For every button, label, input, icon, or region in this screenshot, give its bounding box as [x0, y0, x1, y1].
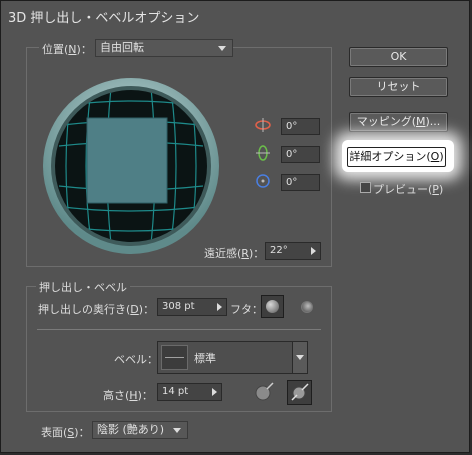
position-label: 位置(N)： [39, 41, 95, 57]
chevron-down-icon [218, 46, 226, 51]
title-bar: 3D 押し出し・ベベルオプション [1, 1, 469, 31]
extrude-section-title: 押し出し・ベベル [36, 279, 130, 295]
preview-label: プレビュー(P) [373, 183, 444, 196]
arrow-right-icon[interactable] [217, 303, 222, 311]
position-dropdown[interactable]: 自由回転 [95, 39, 233, 57]
rotate-y-input[interactable]: 0° [281, 146, 320, 163]
ok-button[interactable]: OK [349, 47, 448, 67]
bevel-extent-in-icon [291, 383, 309, 401]
rotate-z-input[interactable]: 0° [281, 174, 320, 191]
bevel-preview-icon [161, 345, 188, 370]
rotate-z-icon [256, 174, 270, 188]
dialog-window: 3D 押し出し・ベベルオプション 位置(N)： 自由回転 0° 0° 0° 遠近… [0, 0, 470, 453]
arrow-right-icon[interactable] [311, 247, 316, 255]
chevron-down-icon [173, 428, 181, 433]
reset-button[interactable]: リセット [349, 77, 448, 97]
section-divider [37, 329, 321, 330]
perspective-label: 遠近感(R)： [204, 247, 265, 260]
dropdown-button[interactable] [292, 342, 307, 373]
surface-dropdown-value: 陰影 (艶あり) [97, 423, 165, 436]
preview-checkbox[interactable] [360, 182, 371, 193]
cap-label: フタ： [230, 303, 263, 316]
height-label: 高さ(H)： [103, 389, 153, 402]
surface-label: 表面(S)： [41, 426, 90, 439]
height-input[interactable]: 14 pt [157, 383, 222, 401]
window-title: 3D 押し出し・ベベルオプション [8, 11, 200, 26]
bevel-dropdown[interactable]: 標準 [157, 341, 308, 374]
cap-on-button[interactable] [261, 295, 284, 318]
rotate-y-icon [256, 145, 270, 161]
depth-label: 押し出しの奥行き(D)： [38, 303, 155, 316]
surface-dropdown[interactable]: 陰影 (艶あり) [92, 421, 188, 439]
depth-input[interactable]: 308 pt [157, 298, 227, 316]
advanced-options-button[interactable]: 詳細オプション(O) [347, 147, 446, 167]
rotate-x-icon [255, 118, 271, 132]
bevel-label: ベベル： [114, 353, 158, 366]
cube-face [86, 117, 168, 204]
chevron-down-icon [296, 355, 304, 360]
arrow-right-icon[interactable] [212, 388, 217, 396]
mapping-button[interactable]: マッピング(M)... [349, 112, 448, 132]
cap-on-icon [266, 300, 279, 313]
bevel-extent-out-icon[interactable] [253, 381, 275, 403]
position-dropdown-value: 自由回転 [100, 41, 144, 54]
cap-off-icon[interactable] [301, 301, 313, 313]
rotation-track-sphere[interactable] [41, 76, 221, 256]
perspective-input[interactable]: 22° [265, 242, 321, 260]
bevel-extent-in-button[interactable] [287, 380, 312, 405]
rotate-x-input[interactable]: 0° [281, 118, 320, 135]
bevel-dropdown-value: 標準 [194, 352, 216, 365]
